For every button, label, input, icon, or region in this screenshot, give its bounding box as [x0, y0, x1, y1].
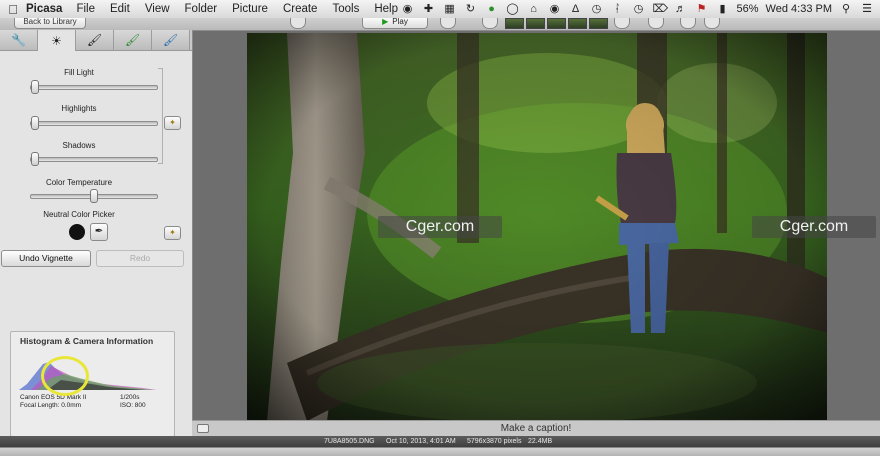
filmstrip[interactable] [505, 18, 609, 29]
play-button[interactable]: ▶ Play [362, 18, 428, 29]
play-label: Play [392, 17, 408, 26]
auto-color-wand-icon[interactable]: ✦ [164, 226, 181, 240]
highlights-label: Highlights [61, 104, 97, 113]
battery-icon[interactable]: ▮ [716, 3, 730, 15]
undo-button[interactable]: Undo Vignette [1, 250, 91, 267]
histogram-panel: Histogram & Camera Information Canon EOS… [10, 331, 175, 437]
circle-icon[interactable]: ◉ [548, 3, 562, 15]
flag-icon[interactable]: ⚑ [695, 3, 709, 15]
home-icon[interactable]: ⌂ [527, 3, 541, 15]
watermark: Cger.com [378, 216, 502, 238]
status-date: Oct 10, 2013, 4:01 AM [386, 438, 456, 445]
caption-input[interactable]: Make a caption! [192, 423, 880, 434]
histogram-graph [19, 362, 157, 390]
wifi-icon[interactable]: ⌦ [653, 3, 669, 15]
slider-knob[interactable] [31, 116, 39, 130]
tab-effects-3[interactable]: 🖌 [152, 30, 190, 50]
thumbnail[interactable] [589, 18, 608, 29]
iso-value: ISO: 800 [120, 402, 146, 409]
auto-highlights-wand-icon[interactable]: ✦ [164, 116, 181, 130]
photo-canvas[interactable] [247, 33, 827, 421]
neutral-color-picker-label: Neutral Color Picker [43, 210, 115, 219]
fill-light-slider[interactable] [30, 80, 158, 94]
menu-file[interactable]: File [76, 3, 95, 15]
slider-knob[interactable] [31, 80, 39, 94]
circle-icon[interactable]: ◯ [506, 3, 520, 15]
thumbnail[interactable] [547, 18, 566, 29]
color-swatch[interactable] [69, 224, 85, 240]
sun-icon: ☀ [51, 33, 62, 48]
watermark: Cger.com [752, 216, 876, 238]
menu-picture[interactable]: Picture [232, 3, 268, 15]
status-bar: 7U8A8505.DNG Oct 10, 2013, 4:01 AM 5796x… [0, 436, 880, 447]
redo-button[interactable]: Redo [96, 250, 184, 267]
color-temperature-slider[interactable] [30, 189, 158, 203]
caption-bar: Make a caption! [192, 420, 880, 437]
battery-percent: 56% [736, 3, 759, 15]
camera-model: Canon EOS 5D Mark II [20, 394, 87, 401]
time-machine-icon[interactable]: ◷ [632, 3, 646, 15]
plus-icon[interactable]: ✚ [422, 3, 436, 15]
menu-create[interactable]: Create [283, 3, 318, 15]
highlight-ring [41, 356, 89, 396]
menu-help[interactable]: Help [374, 3, 398, 15]
menu-tools[interactable]: Tools [332, 3, 359, 15]
tab-basic-fixes[interactable]: 🔧 [0, 30, 38, 50]
blue-brush-icon: 🖌 [162, 33, 179, 47]
volume-icon[interactable]: ♬ [674, 3, 688, 15]
edited-photo [247, 33, 827, 421]
thumbnail[interactable] [568, 18, 587, 29]
histogram-title: Histogram & Camera Information [20, 336, 154, 346]
grid-icon[interactable]: ▦ [443, 3, 457, 15]
shutter-speed: 1/200s [120, 394, 140, 401]
thumbnail[interactable] [505, 18, 524, 29]
tab-tuning[interactable]: ☀ [38, 30, 76, 51]
slider-knob[interactable] [90, 189, 98, 203]
menu-view[interactable]: View [145, 3, 170, 15]
menu-bar:  Picasa File Edit View Folder Picture C… [0, 0, 880, 19]
fill-light-label: Fill Light [64, 68, 94, 77]
play-icon: ▶ [382, 17, 389, 26]
shadows-label: Shadows [62, 141, 96, 150]
back-to-library-button[interactable]: Back to Library [14, 18, 86, 29]
edit-tabs: 🔧 ☀ 🖌 🖌 🖌 [0, 30, 192, 51]
app-menu[interactable]: Picasa [26, 3, 62, 15]
menu-edit[interactable]: Edit [110, 3, 130, 15]
search-icon[interactable]: ⚲ [839, 3, 853, 15]
slider-knob[interactable] [31, 152, 39, 166]
highlights-slider[interactable] [30, 116, 158, 130]
brush-icon: 🖌 [86, 33, 103, 47]
wrench-icon: 🔧 [11, 33, 26, 47]
evernote-icon[interactable]: ● [485, 3, 499, 15]
focal-length: Focal Length: 0.0mm [20, 402, 82, 409]
tab-effects[interactable]: 🖌 [76, 30, 114, 50]
timer-icon[interactable]: ◷ [590, 3, 604, 15]
color-temperature-label: Color Temperature [45, 178, 113, 187]
status-dimensions: 5796x3870 pixels [467, 438, 522, 445]
slider-group-bracket [158, 68, 163, 164]
menubar-clock[interactable]: Wed 4:33 PM [766, 3, 832, 15]
bluetooth-icon[interactable]: ᛛ [611, 3, 625, 15]
status-filename: 7U8A8505.DNG [324, 438, 375, 445]
status-filesize: 22.4MB [528, 438, 553, 445]
eyedropper-icon[interactable]: ✒ [90, 223, 108, 241]
adobe-icon[interactable]: Δ [569, 3, 583, 15]
sync-icon[interactable]: ↻ [464, 3, 478, 15]
wifi-sync-icon[interactable]: ◉ [401, 3, 415, 15]
edit-panel: 🔧 ☀ 🖌 🖌 🖌 Fill Light Highlights ✦ Shadow… [0, 30, 193, 437]
green-brush-icon: 🖌 [124, 33, 141, 47]
menu-folder[interactable]: Folder [185, 3, 218, 15]
thumbnail[interactable] [526, 18, 545, 29]
list-icon[interactable]: ☰ [860, 3, 874, 15]
tab-effects-2[interactable]: 🖌 [114, 30, 152, 50]
shadows-slider[interactable] [30, 152, 158, 166]
apple-icon[interactable]:  [0, 2, 26, 17]
